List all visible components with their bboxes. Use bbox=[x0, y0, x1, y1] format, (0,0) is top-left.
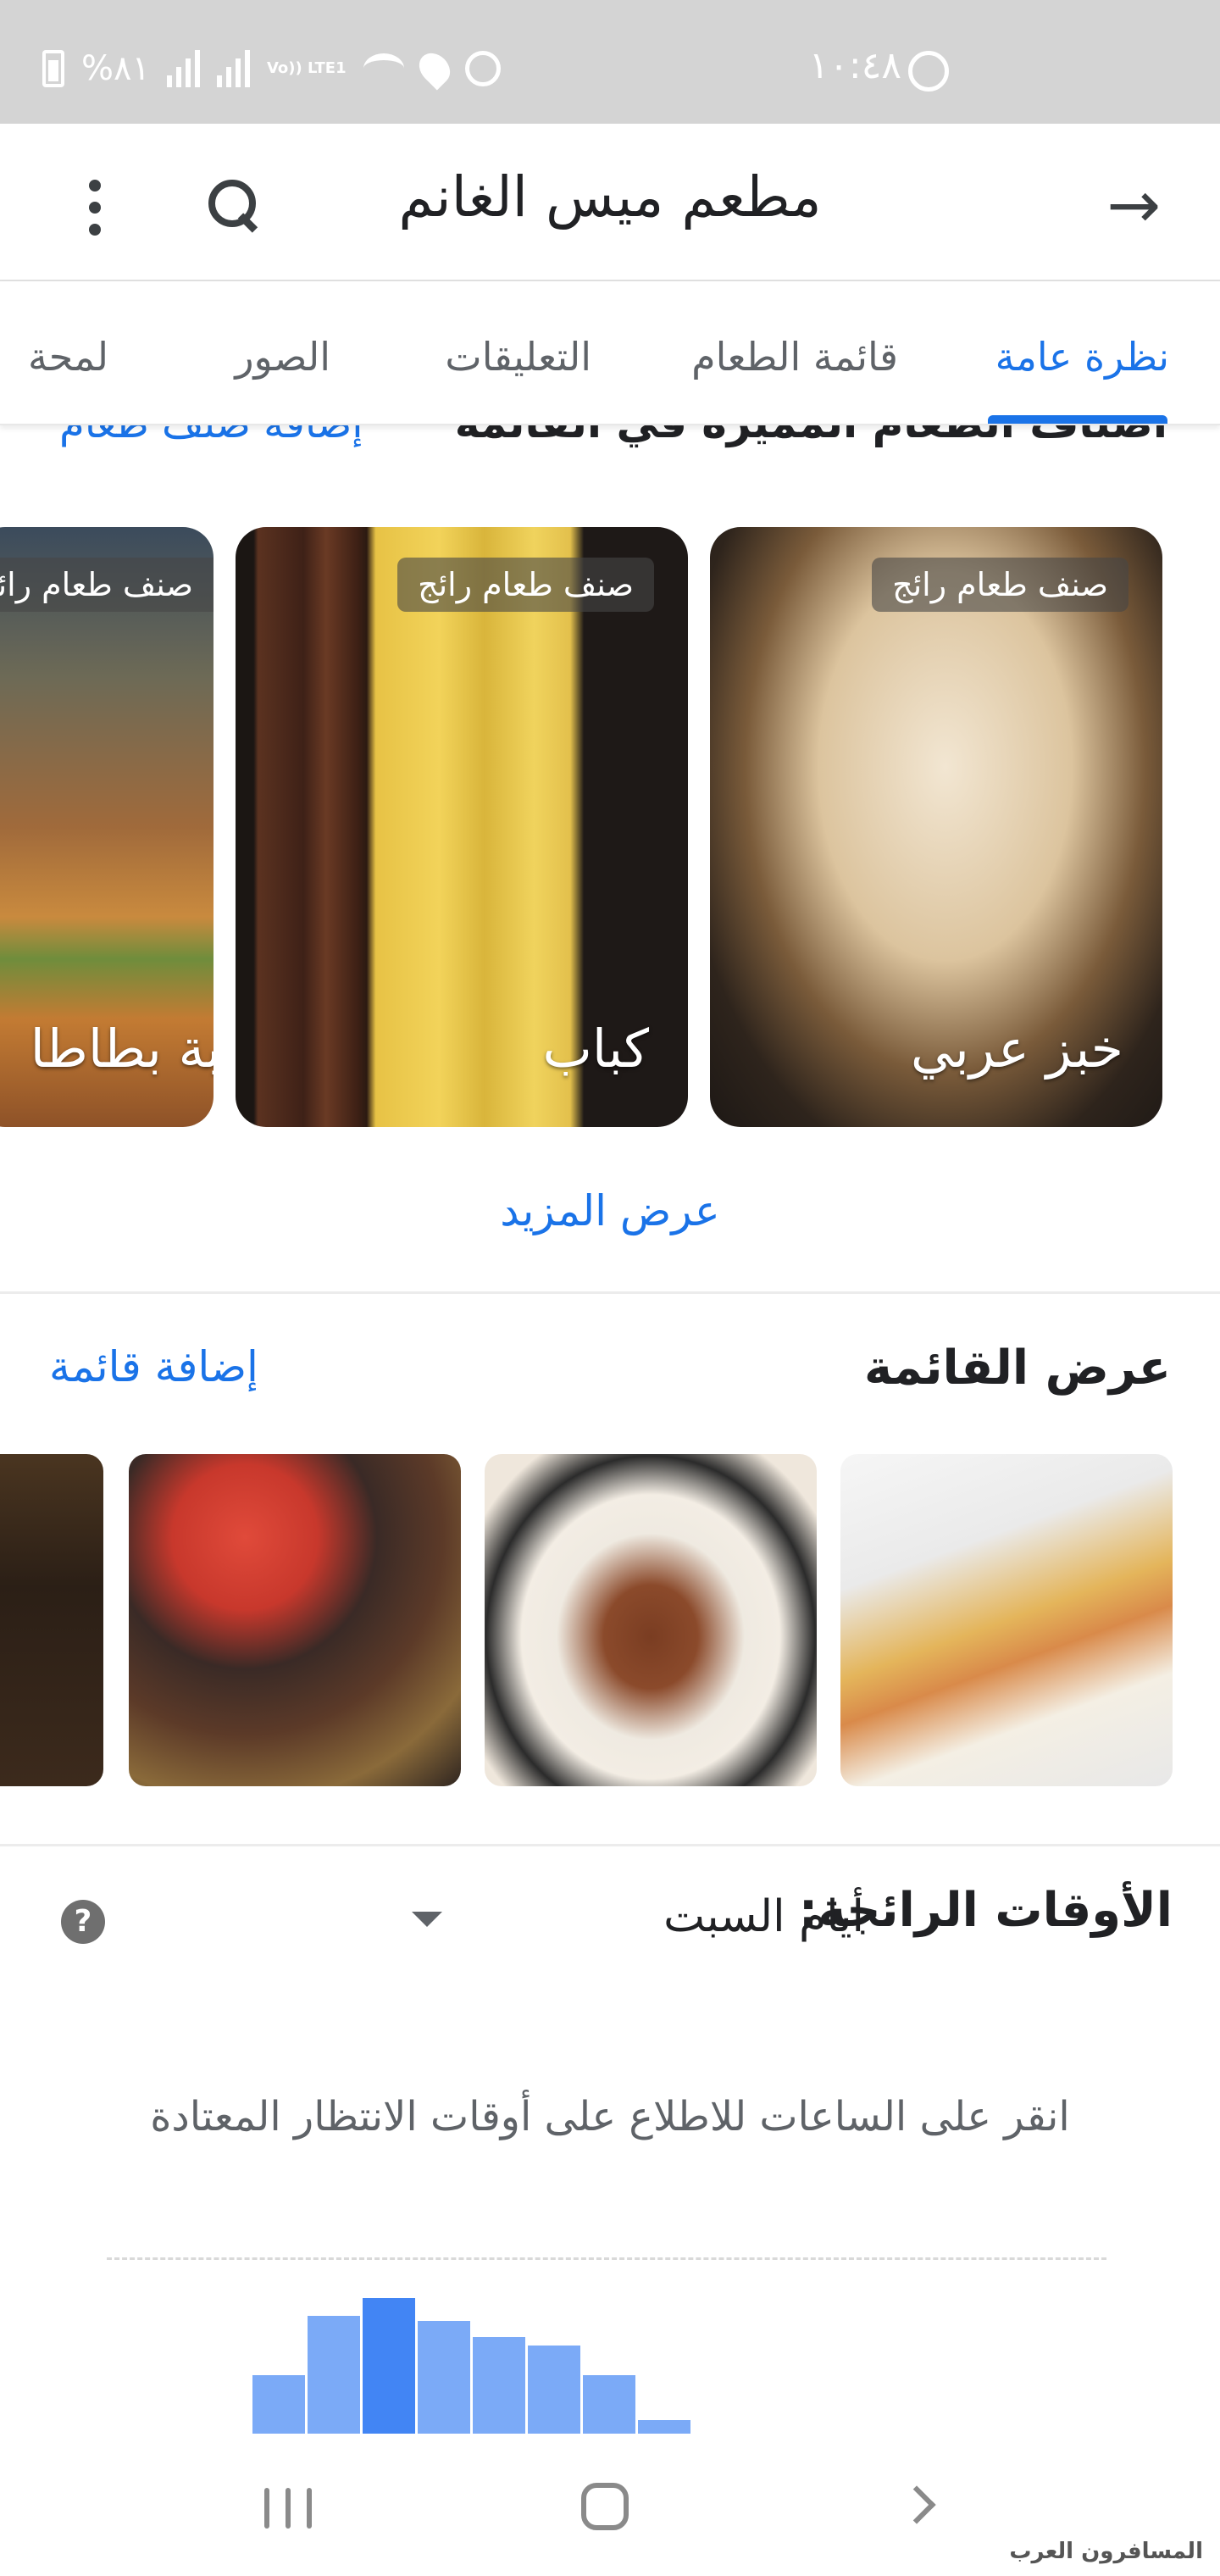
popular-times-bar[interactable] bbox=[252, 2375, 305, 2434]
tab-reviews[interactable]: التعليقات bbox=[445, 334, 591, 380]
dish-card[interactable]: صنف طعام رائج كبة بطاطا bbox=[0, 527, 214, 1127]
popular-times-bar[interactable] bbox=[308, 2316, 360, 2434]
dish-card[interactable]: صنف طعام رائج خبز عربي bbox=[710, 527, 1162, 1127]
home-icon[interactable] bbox=[581, 2483, 629, 2530]
popular-times-hint: انقر على الساعات للاطلاع على أوقات الانت… bbox=[150, 2093, 1070, 2140]
help-icon[interactable]: ? bbox=[61, 1900, 105, 1944]
popular-times-bar[interactable] bbox=[418, 2321, 470, 2434]
popular-times-bar[interactable] bbox=[638, 2420, 690, 2434]
menu-photo[interactable] bbox=[485, 1454, 817, 1786]
watermark-logo: المسافرون العرب bbox=[1009, 2539, 1203, 2564]
dish-name: خبز عربي bbox=[910, 1018, 1123, 1080]
add-menu-link[interactable]: إضافة قائمة bbox=[49, 1342, 258, 1391]
menu-section-title: عرض القائمة bbox=[863, 1341, 1171, 1396]
section-divider bbox=[0, 1291, 1220, 1294]
lte-indicator: Vo)) LTE1 bbox=[266, 59, 347, 77]
popular-times-bar[interactable] bbox=[363, 2298, 415, 2434]
whatsapp-icon bbox=[908, 51, 949, 92]
battery-percent: %٨١ bbox=[81, 49, 150, 88]
popular-times-bar[interactable] bbox=[528, 2346, 580, 2434]
day-selector[interactable]: أيام السبت bbox=[663, 1891, 864, 1942]
back-icon[interactable] bbox=[897, 2485, 936, 2524]
show-more-button[interactable]: عرض المزيد bbox=[0, 1186, 1220, 1235]
back-arrow-icon[interactable]: → bbox=[1106, 173, 1161, 237]
tab-photos[interactable]: الصور bbox=[235, 334, 330, 380]
status-time: ١٠:٤٨ bbox=[808, 44, 901, 87]
tab-menu[interactable]: قائمة الطعام bbox=[691, 334, 898, 380]
menu-photo[interactable] bbox=[840, 1454, 1173, 1786]
popular-times-bar[interactable] bbox=[583, 2375, 635, 2434]
dish-badge: صنف طعام رائج bbox=[872, 558, 1128, 612]
recents-icon[interactable] bbox=[264, 2488, 312, 2529]
tab-bar: نظرة عامة قائمة الطعام التعليقات الصور ل… bbox=[0, 281, 1220, 425]
alarm-icon bbox=[464, 51, 501, 86]
menu-photo[interactable] bbox=[129, 1454, 461, 1786]
signal-icon bbox=[166, 50, 200, 87]
status-bar: %٨١ Vo)) LTE1 ١٠:٤٨ bbox=[0, 0, 1220, 124]
tab-indicator bbox=[988, 415, 1167, 424]
menu-photo[interactable] bbox=[0, 1454, 103, 1786]
wifi-icon bbox=[363, 53, 404, 84]
tab-about[interactable]: لمحة bbox=[28, 334, 108, 380]
dish-name: كبة بطاطا bbox=[30, 1018, 214, 1080]
battery-icon bbox=[42, 50, 64, 87]
popular-times-chart[interactable] bbox=[252, 2288, 693, 2434]
chart-baseline bbox=[107, 2257, 1106, 2260]
location-icon bbox=[413, 47, 457, 91]
page-title: مطعم ميس الغانم bbox=[398, 164, 822, 230]
signal-icon-2 bbox=[216, 50, 250, 87]
tab-overview[interactable]: نظرة عامة bbox=[995, 334, 1169, 380]
dropdown-caret-icon[interactable] bbox=[412, 1912, 442, 1927]
app-bar: مطعم ميس الغانم → bbox=[0, 124, 1220, 281]
status-icons: %٨١ Vo)) LTE1 bbox=[42, 47, 501, 91]
dish-name: كباب bbox=[542, 1018, 649, 1080]
popular-times-bar[interactable] bbox=[473, 2337, 525, 2434]
dish-badge: صنف طعام رائج bbox=[397, 558, 654, 612]
dish-card[interactable]: صنف طعام رائج كباب bbox=[236, 527, 688, 1127]
section-divider bbox=[0, 1844, 1220, 1846]
dish-badge: صنف طعام رائج bbox=[0, 558, 214, 612]
